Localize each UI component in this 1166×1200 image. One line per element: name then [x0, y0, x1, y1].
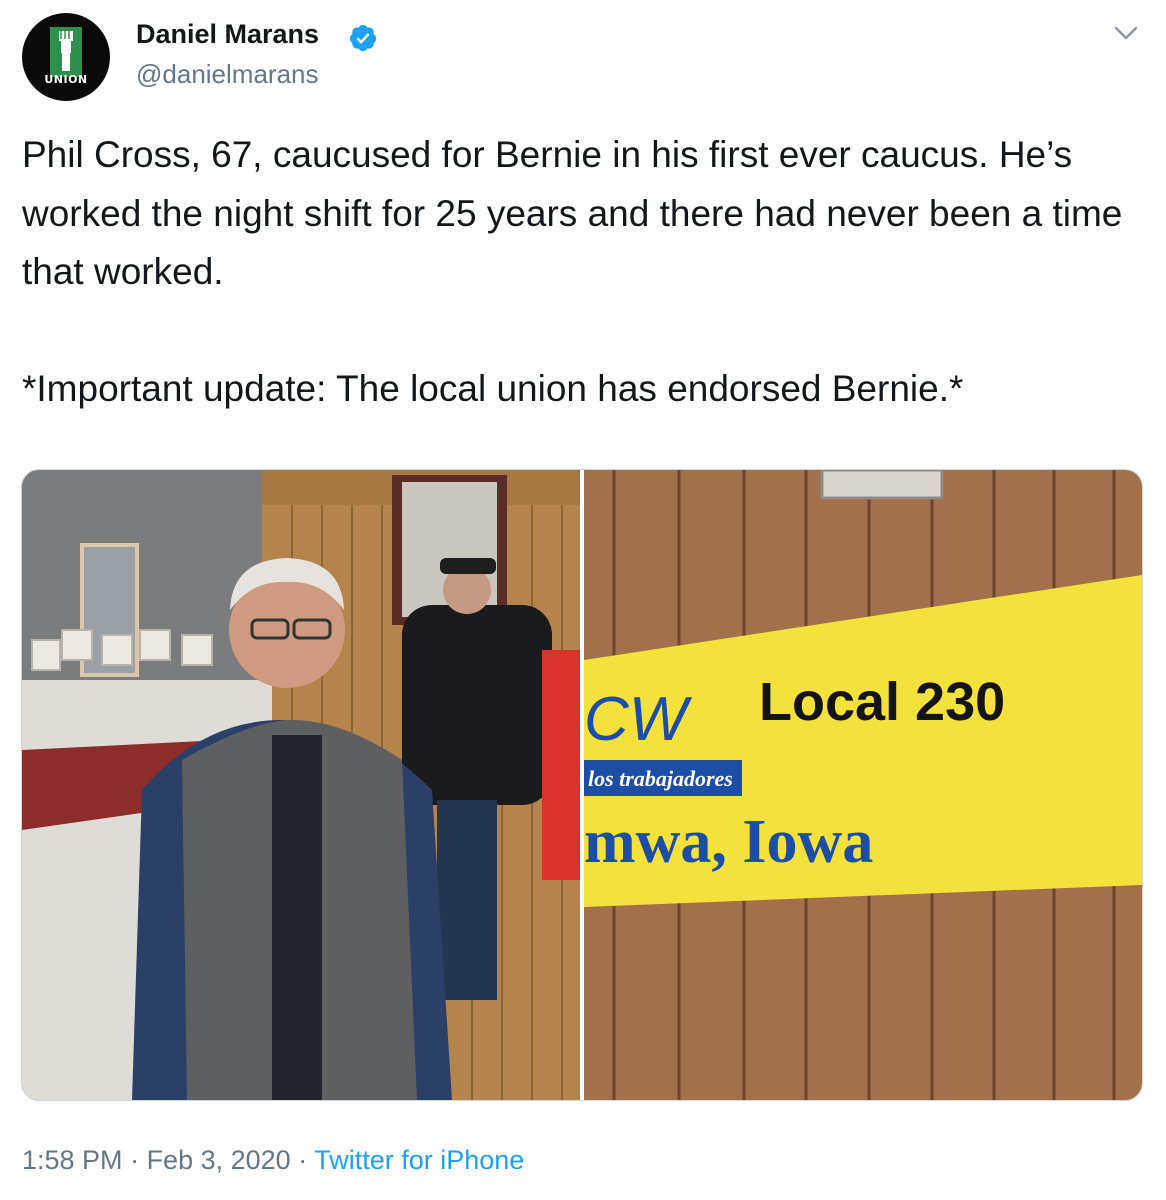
avatar-label: UNION	[44, 73, 88, 86]
author-handle[interactable]: @danielmarans	[136, 56, 318, 92]
banner-local-number: Local 230	[759, 672, 1005, 732]
tweet-date[interactable]: Feb 3, 2020	[147, 1145, 291, 1175]
banner-city: mwa, Iowa	[584, 808, 873, 876]
tweet-source-link[interactable]: Twitter for iPhone	[314, 1145, 524, 1175]
photo-union-banner[interactable]: Local 230 CW los trabajadores mwa, Iowa	[584, 470, 1142, 1100]
author-display-name[interactable]: Daniel Marans	[136, 16, 319, 52]
union-logo-panel	[50, 27, 82, 77]
raised-fist-icon	[59, 31, 73, 71]
photo-union-banner-image: Local 230 CW los trabajadores mwa, Iowa	[584, 470, 1142, 1100]
verified-badge-icon	[349, 24, 377, 52]
tweet-media-grid: Local 230 CW los trabajadores mwa, Iowa	[21, 469, 1143, 1101]
tweet-text: Phil Cross, 67, caucused for Bernie in h…	[22, 126, 1152, 418]
tweet-paragraph-update: *Important update: The local union has e…	[22, 367, 964, 409]
tweet-card: UNION Daniel Marans @danielmarans Phil C…	[0, 0, 1166, 1200]
avatar[interactable]: UNION	[22, 13, 110, 101]
chevron-down-icon[interactable]	[1112, 22, 1140, 44]
photo-caucus-attendee-image	[22, 470, 580, 1100]
meta-separator: ·	[290, 1145, 315, 1175]
banner-subtext: los trabajadores	[588, 766, 733, 791]
tweet-paragraph: Phil Cross, 67, caucused for Bernie in h…	[22, 134, 1123, 292]
tweet-meta: 1:58 PM · Feb 3, 2020 · Twitter for iPho…	[22, 1140, 524, 1180]
tweet-time[interactable]: 1:58 PM	[22, 1145, 123, 1175]
meta-separator: ·	[122, 1145, 147, 1175]
photo-caucus-attendee[interactable]	[22, 470, 580, 1100]
banner-logo-text: CW	[584, 685, 693, 754]
